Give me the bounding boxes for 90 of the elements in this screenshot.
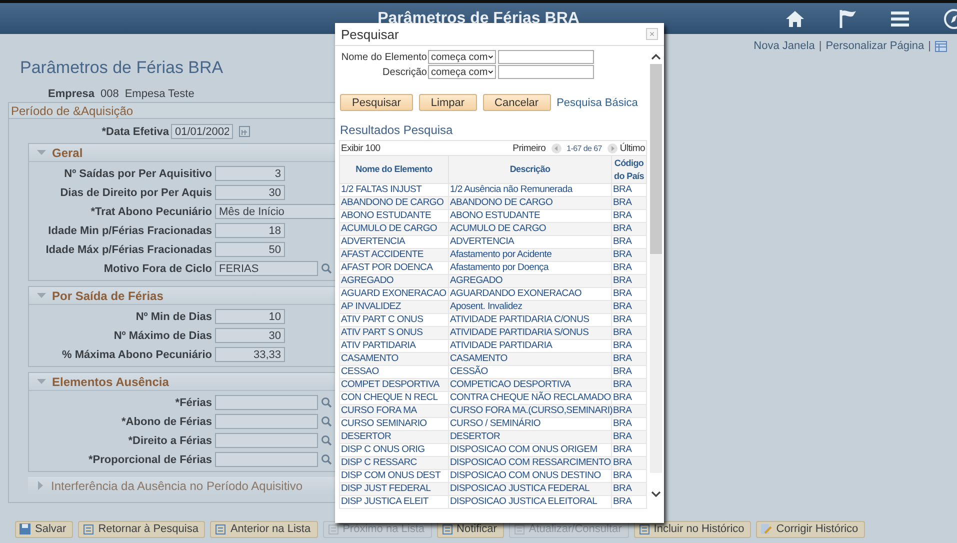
page-header-title: Parâmetros de Férias BRA	[378, 10, 580, 28]
previous-icon[interactable]	[550, 142, 562, 154]
lookup-field[interactable]	[215, 395, 318, 410]
header-link[interactable]: Personalizar Página	[826, 40, 924, 52]
search-icon[interactable]	[321, 416, 332, 427]
basic-search-link[interactable]: Pesquisa Básica	[556, 96, 638, 108]
dialog-button[interactable]: Limpar	[418, 94, 477, 111]
number-field[interactable]: 3	[215, 166, 285, 181]
caret-down-icon[interactable]	[37, 291, 46, 300]
home-icon[interactable]	[785, 10, 805, 28]
number-field[interactable]: 30	[215, 185, 285, 200]
toolbar-button[interactable]: Salvar	[15, 520, 74, 538]
field-label: Idade Min p/Férias Fracionadas	[47, 224, 213, 236]
results-title: Resultados Pesquisa	[340, 123, 454, 137]
column-header[interactable]: Nome do Elemento	[340, 156, 448, 184]
field-label: Motivo Fora de Ciclo	[102, 262, 213, 274]
edit-record-icon	[760, 523, 772, 535]
toolbar-button[interactable]: Retornar à Pesquisa	[78, 520, 206, 538]
field-label: *Proporcional de Férias	[88, 454, 213, 466]
next-icon[interactable]	[606, 142, 618, 154]
lookup-field[interactable]	[215, 452, 318, 467]
operator-dropdown[interactable]: começa com	[428, 50, 496, 64]
link-separator: |	[928, 40, 931, 52]
field-label: Nº Min de Dias	[134, 310, 213, 322]
column-header[interactable]: Descrição	[448, 156, 612, 184]
field-label: *Trat Abono Pecuniário	[90, 206, 213, 218]
field-label: *Férias	[174, 396, 213, 408]
search-icon[interactable]	[321, 397, 332, 408]
scroll-up-icon[interactable]	[651, 54, 661, 60]
section-title: Período de &Aquisição	[11, 104, 134, 118]
lookup-field[interactable]	[215, 414, 318, 429]
first-link[interactable]: Primeiro	[512, 142, 546, 154]
column-header[interactable]: Código do País	[612, 156, 647, 184]
caret-down-icon[interactable]	[37, 148, 46, 157]
group-title[interactable]: Por Saída de Férias	[52, 288, 164, 302]
field-label: Dias de Direito por Per Aquis	[59, 186, 213, 198]
field-label: *Abono de Férias	[120, 416, 213, 428]
last-link[interactable]: Último	[620, 142, 646, 154]
header-link[interactable]: Nova Janela	[754, 40, 815, 52]
number-field[interactable]: 10	[215, 309, 285, 324]
dialog-button[interactable]: Pesquisar	[340, 94, 413, 111]
lookup-field[interactable]: FERIAS	[215, 261, 318, 276]
toolbar-button[interactable]: Anterior na Lista	[210, 520, 318, 538]
group-title[interactable]: Elementos Ausência	[52, 374, 169, 388]
lookup-field[interactable]	[215, 433, 318, 448]
result-link[interactable]: CESSÃO	[450, 366, 488, 377]
toolbar-button[interactable]: Incluir no Histórico	[634, 520, 752, 538]
search-input[interactable]	[498, 50, 594, 64]
chevron-down-icon	[488, 69, 493, 75]
criteria-label: Descrição	[382, 66, 427, 78]
company-label: Empresa	[48, 88, 94, 100]
result-link[interactable]: DISPOSICAO COM RESSARCIMENTO	[450, 457, 611, 468]
field-label: *Direito a Férias	[127, 434, 213, 446]
number-field[interactable]: 50	[215, 242, 285, 257]
operator-dropdown[interactable]: começa com	[428, 65, 496, 79]
flag-icon[interactable]	[839, 8, 857, 28]
dialog-title: Pesquisar	[341, 26, 399, 42]
number-field[interactable]: 30	[215, 328, 285, 343]
company-code: 008	[100, 88, 119, 100]
link-separator: |	[818, 40, 822, 52]
number-field[interactable]: 18	[215, 223, 285, 238]
result-link[interactable]: CURSO FORA MA.(CURSO,SEMINARI)	[450, 405, 613, 416]
field-label: % Máxima Abono Pecuniário	[61, 348, 213, 360]
grid-icon[interactable]	[935, 40, 947, 52]
field-label: Nº Máximo de Dias	[112, 330, 213, 342]
group-title[interactable]: Geral	[52, 146, 83, 160]
caret-down-icon[interactable]	[37, 377, 46, 386]
field-label: Idade Máx p/Férias Fracionadas	[44, 244, 213, 256]
scroll-down-icon[interactable]	[651, 491, 661, 497]
caret-right-icon[interactable]	[36, 481, 45, 490]
save-icon	[19, 523, 31, 535]
page-title: Parâmetros de Férias BRA	[20, 58, 224, 78]
result-link[interactable]: CONTRA CHEQUE NÃO RECLAMADO	[450, 392, 611, 403]
search-icon[interactable]	[321, 435, 332, 446]
field-label: Nº Saídas por Per Aquisitivo	[63, 168, 213, 180]
menu-icon[interactable]	[891, 10, 909, 26]
search-input[interactable]	[498, 65, 594, 79]
search-icon[interactable]	[321, 263, 332, 274]
number-field[interactable]: 33,33	[215, 347, 285, 362]
criteria-label: Nome do Elemento	[340, 52, 427, 62]
field-label: *Data Efetiva	[100, 126, 170, 138]
rows-shown-text: Exibir 100	[341, 142, 380, 154]
calendar-icon[interactable]	[239, 126, 250, 137]
toolbar-button[interactable]: Corrigir Histórico	[756, 520, 866, 538]
result-link[interactable]: AGUARD EXONERACAO	[341, 288, 446, 299]
dialog-button[interactable]: Cancelar	[482, 94, 551, 111]
range-text: 1-67 de 67	[566, 144, 602, 152]
search-icon[interactable]	[321, 454, 332, 465]
company-name: Empesa Teste	[124, 88, 194, 100]
chevron-down-icon	[488, 54, 493, 60]
